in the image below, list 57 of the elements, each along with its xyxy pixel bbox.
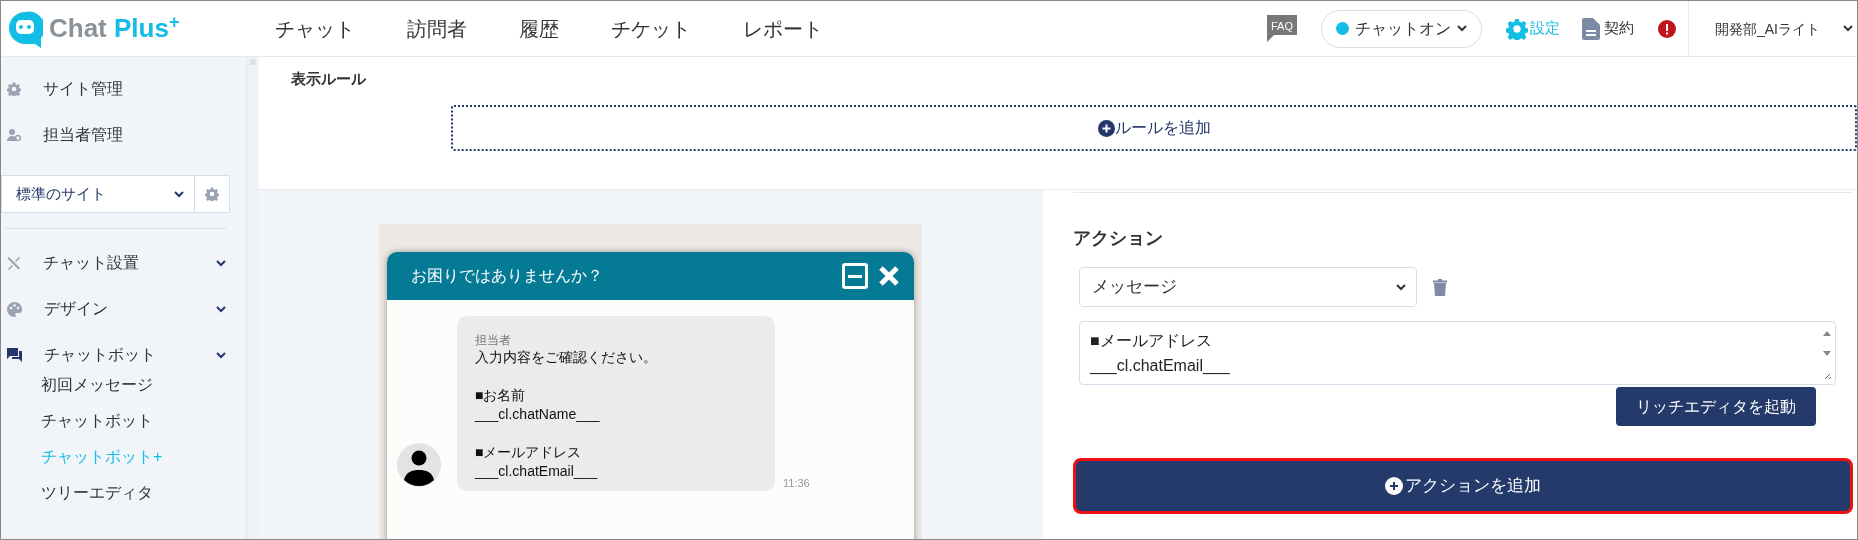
minimize-button[interactable] [842, 263, 868, 289]
add-rule-button[interactable]: ルールを追加 [451, 105, 1857, 151]
trash-icon [1433, 278, 1447, 296]
message-text: 入力内容をご確認ください。 [475, 348, 658, 367]
plus-circle-icon [1097, 119, 1115, 137]
document-icon [1582, 17, 1600, 40]
chevron-down-icon [216, 259, 226, 267]
nav-link[interactable]: レポート [743, 13, 823, 44]
sidebar-item[interactable]: チャット設置 [1, 251, 246, 275]
sidebar-item[interactable]: チャットボット [1, 343, 246, 367]
gear-icon [1506, 17, 1528, 40]
gear-icon [205, 187, 219, 201]
chevron-down-icon [1457, 25, 1467, 32]
sidebar-item[interactable]: 担当者管理 [1, 123, 246, 147]
scrollbar[interactable] [246, 57, 258, 539]
chevron-down-icon [1843, 25, 1853, 32]
faq-icon[interactable]: FAQ [1265, 14, 1299, 43]
sidebar-item[interactable]: デザイン [1, 297, 246, 321]
message-textarea[interactable]: ■メールアドレス ___cl.chatEmail___ [1079, 321, 1836, 385]
add-action-button[interactable]: アクションを追加 [1073, 458, 1853, 514]
sidebar-subitem[interactable]: チャットボット [41, 409, 246, 433]
palette-icon [7, 301, 22, 317]
plus-circle-icon [1385, 477, 1403, 495]
close-icon [879, 266, 899, 286]
close-button[interactable] [878, 265, 900, 287]
message-text: ■メールアドレス ___cl.chatEmail___ [475, 443, 599, 481]
chevron-down-icon [1396, 283, 1406, 291]
chevron-down-icon [174, 190, 184, 198]
tools-icon [7, 256, 21, 270]
gear-icon [7, 82, 21, 96]
nav-link[interactable]: 訪問者 [407, 13, 467, 44]
sender-name: 担当者 [475, 332, 512, 348]
user-menu[interactable]: 開発部_AIライト [1688, 1, 1857, 56]
sidebar-subitem[interactable]: ツリーエディタ [41, 481, 246, 505]
section-title: アクション [1073, 227, 1164, 250]
message-time: 11:36 [783, 475, 810, 491]
nav-link[interactable]: 履歴 [519, 13, 559, 44]
sidebar-subitem[interactable]: 初回メッセージ [41, 373, 246, 397]
nav-link[interactable]: チャット [275, 13, 355, 44]
widget-header: お困りではありませんか？ [387, 252, 914, 300]
chat-bubble-icon [7, 9, 43, 48]
chat-icon [7, 348, 22, 362]
contract-link[interactable]: 契約 [1582, 17, 1634, 40]
chevron-down-icon [216, 351, 226, 359]
rich-editor-button[interactable]: リッチエディタを起動 [1616, 387, 1816, 426]
user-gear-icon [7, 128, 21, 142]
chat-status-button[interactable]: チャットオン [1321, 9, 1482, 48]
nav-link[interactable]: チケット [611, 13, 691, 44]
action-type-select[interactable]: メッセージ [1079, 267, 1417, 307]
site-settings-button[interactable] [195, 175, 230, 213]
site-select[interactable]: 標準のサイト [1, 175, 195, 213]
section-title: 表示ルール [291, 69, 367, 89]
chevron-down-icon [216, 305, 226, 313]
avatar-icon [397, 443, 441, 487]
message-text: ■お名前 ___cl.chatName___ [475, 386, 601, 424]
alert-icon [1658, 19, 1676, 38]
sidebar-item[interactable]: サイト管理 [1, 77, 246, 101]
